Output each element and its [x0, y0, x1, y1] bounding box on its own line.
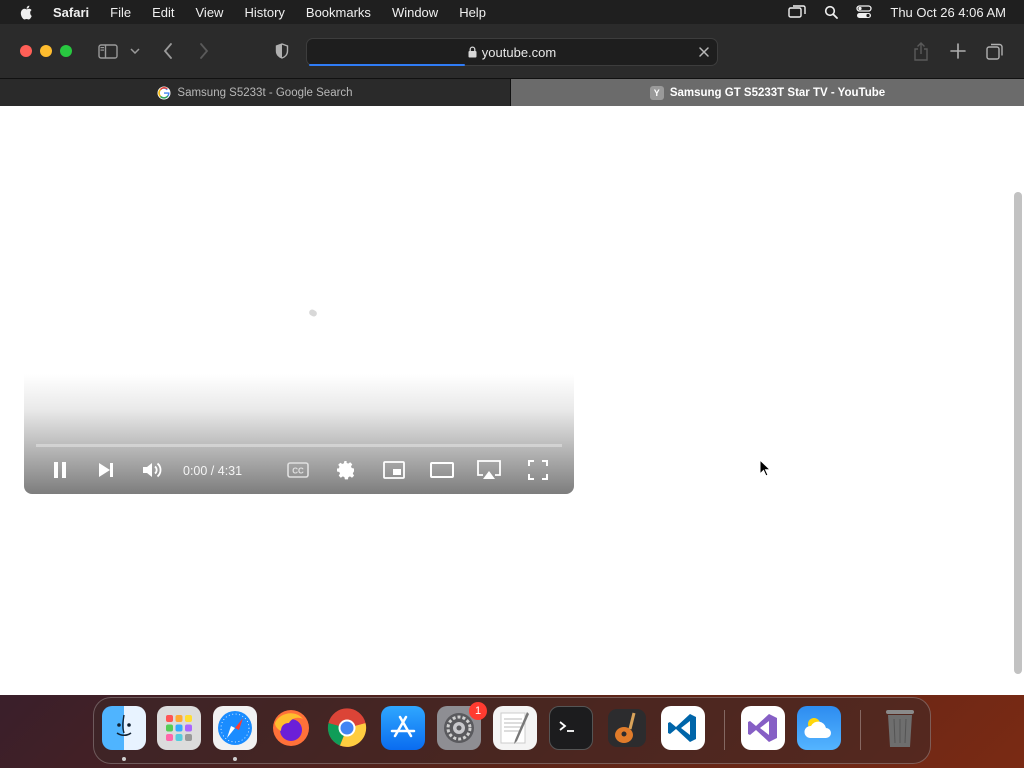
- garageband-icon[interactable]: [605, 706, 649, 750]
- running-indicator: [233, 757, 237, 761]
- zoom-window-button[interactable]: [60, 45, 72, 57]
- progress-bar[interactable]: [36, 444, 562, 447]
- tab-youtube[interactable]: Y Samsung GT S5233T Star TV - YouTube: [511, 79, 1024, 106]
- dock: 1: [93, 697, 931, 764]
- url-text: youtube.com: [481, 45, 557, 60]
- forward-icon[interactable]: [196, 40, 212, 62]
- vscode-icon[interactable]: [661, 706, 705, 750]
- running-indicator: [122, 757, 126, 761]
- settings-icon[interactable]: [333, 458, 359, 482]
- tab-overview-icon[interactable]: [984, 40, 1006, 62]
- app-store-icon[interactable]: [381, 706, 425, 750]
- stop-loading-icon[interactable]: [696, 44, 712, 60]
- control-center-icon[interactable]: [856, 5, 873, 19]
- tab-title: Samsung GT S5233T Star TV - YouTube: [669, 86, 886, 99]
- close-window-button[interactable]: [20, 45, 32, 57]
- miniplayer-icon[interactable]: [381, 458, 407, 482]
- time-display: 0:00 / 4:31: [183, 464, 243, 478]
- menu-bookmarks[interactable]: Bookmarks: [306, 5, 371, 20]
- privacy-shield-icon[interactable]: [273, 40, 291, 62]
- menu-bar: Safari File Edit View History Bookmarks …: [0, 0, 1024, 24]
- visual-studio-icon[interactable]: [741, 706, 785, 750]
- menu-help[interactable]: Help: [459, 5, 486, 20]
- web-content: 0:00 / 4:31 CC: [0, 106, 1024, 695]
- safari-window: youtube.com Samsung S5233t - Google Sear…: [0, 24, 1024, 695]
- menu-clock[interactable]: Thu Oct 26 4:06 AM: [890, 5, 1006, 20]
- share-icon[interactable]: [911, 40, 931, 62]
- page-load-progress: [309, 64, 465, 66]
- sidebar-toggle-icon[interactable]: [96, 40, 120, 62]
- apple-icon[interactable]: [19, 4, 35, 20]
- minimize-window-button[interactable]: [40, 45, 52, 57]
- textedit-icon[interactable]: [493, 706, 537, 750]
- menu-app-name[interactable]: Safari: [53, 5, 89, 20]
- dock-separator: [860, 710, 861, 750]
- airplay-icon[interactable]: [475, 458, 503, 482]
- video-player[interactable]: 0:00 / 4:31 CC: [24, 374, 574, 494]
- finder-icon[interactable]: [102, 706, 146, 750]
- launchpad-icon[interactable]: [157, 706, 201, 750]
- page-scrollbar[interactable]: [1014, 192, 1022, 674]
- spotlight-search-icon[interactable]: [824, 5, 839, 19]
- terminal-icon[interactable]: [549, 706, 593, 750]
- menu-edit[interactable]: Edit: [152, 5, 174, 20]
- back-icon[interactable]: [160, 40, 176, 62]
- lock-icon: [468, 46, 477, 58]
- mouse-cursor-icon: [759, 459, 771, 477]
- volume-icon[interactable]: [140, 458, 166, 482]
- menu-file[interactable]: File: [110, 5, 131, 20]
- menu-history[interactable]: History: [244, 5, 284, 20]
- youtube-favicon: Y: [649, 85, 664, 100]
- screen-mirroring-icon[interactable]: [788, 5, 807, 19]
- trash-icon[interactable]: [878, 706, 922, 750]
- google-icon: [157, 86, 171, 100]
- chrome-icon[interactable]: [325, 706, 369, 750]
- weather-icon[interactable]: [797, 706, 841, 750]
- safari-icon[interactable]: [213, 706, 257, 750]
- fullscreen-icon[interactable]: [525, 458, 551, 482]
- next-icon[interactable]: [94, 458, 118, 482]
- dock-separator: [724, 710, 725, 750]
- tab-bar: Samsung S5233t - Google Search Y Samsung…: [0, 78, 1024, 106]
- address-bar[interactable]: youtube.com: [306, 38, 718, 66]
- browser-toolbar: youtube.com: [0, 24, 1024, 78]
- new-tab-icon[interactable]: [948, 40, 968, 62]
- loading-spinner: [308, 308, 318, 318]
- menu-view[interactable]: View: [196, 5, 224, 20]
- notification-badge: 1: [469, 702, 487, 720]
- svg-text:CC: CC: [292, 467, 304, 476]
- tab-title: Samsung S5233t - Google Search: [177, 86, 353, 99]
- tab-google-search[interactable]: Samsung S5233t - Google Search: [0, 79, 511, 106]
- firefox-icon[interactable]: [269, 706, 313, 750]
- menu-window[interactable]: Window: [392, 5, 438, 20]
- pause-icon[interactable]: [48, 458, 72, 482]
- captions-icon[interactable]: CC: [285, 458, 311, 482]
- theater-icon[interactable]: [428, 458, 456, 482]
- chevron-down-icon[interactable]: [128, 40, 142, 62]
